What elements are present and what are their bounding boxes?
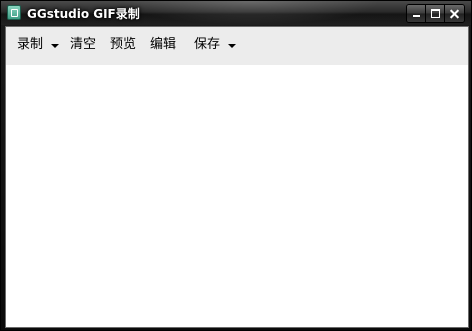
app-window: GGstudio GIF录制 录制 清空 预览 编辑 保存: [0, 0, 472, 331]
close-icon[interactable]: [445, 5, 464, 22]
record-dropdown-icon[interactable]: [51, 43, 60, 48]
recording-canvas[interactable]: [6, 65, 468, 327]
maximize-icon[interactable]: [426, 5, 445, 22]
save-dropdown-icon[interactable]: [228, 43, 237, 48]
preview-button[interactable]: 预览: [110, 35, 136, 55]
toolbar: 录制 清空 预览 编辑 保存: [6, 27, 468, 65]
title-bar[interactable]: GGstudio GIF录制: [1, 1, 471, 25]
preview-label: 预览: [110, 37, 137, 52]
save-label: 保存: [194, 37, 221, 52]
edit-label: 编辑: [150, 37, 177, 52]
record-menu-button[interactable]: 录制: [17, 35, 60, 55]
record-label: 录制: [17, 37, 44, 52]
clear-button[interactable]: 清空: [70, 35, 96, 55]
save-menu-button[interactable]: 保存: [194, 35, 237, 55]
title-bar-sheen: [121, 1, 381, 25]
window-controls: [406, 4, 465, 23]
window-title: GGstudio GIF录制: [27, 7, 140, 21]
app-icon[interactable]: [7, 5, 21, 20]
minimize-icon[interactable]: [407, 5, 426, 22]
edit-button[interactable]: 编辑: [150, 35, 176, 55]
client-area: 录制 清空 预览 编辑 保存: [5, 26, 469, 328]
clear-label: 清空: [70, 37, 97, 52]
